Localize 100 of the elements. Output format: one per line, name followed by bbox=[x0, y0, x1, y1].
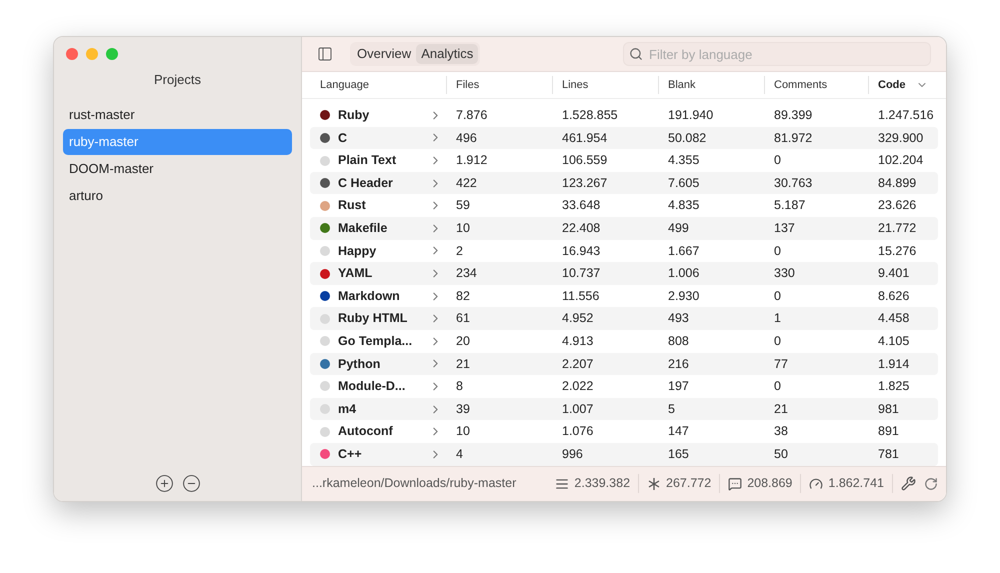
table-cell: 21.772 bbox=[878, 220, 916, 235]
column-header[interactable]: Code bbox=[878, 77, 906, 94]
project-item[interactable]: rust-master bbox=[63, 102, 292, 128]
table-cell: 330 bbox=[774, 266, 795, 280]
remove-icon[interactable] bbox=[182, 474, 201, 493]
table-cell: 9.401 bbox=[878, 266, 910, 280]
table-cell: 147 bbox=[668, 424, 689, 438]
sidebar-title: Projects bbox=[154, 71, 201, 89]
table-cell: 461.954 bbox=[562, 130, 608, 145]
column-header[interactable]: Files bbox=[456, 77, 480, 94]
table-cell: 0 bbox=[774, 288, 781, 303]
table-row[interactable]: C++ 4 996 165 50 781 bbox=[310, 442, 938, 466]
wrench-icon[interactable] bbox=[901, 476, 916, 492]
table-cell: 422 bbox=[456, 176, 477, 190]
project-path: ...rkameleon/Downloads/ruby-master bbox=[312, 475, 516, 492]
table-cell: 1.007 bbox=[562, 402, 594, 416]
table-cell: 2.930 bbox=[668, 288, 700, 303]
table-cell: 1.006 bbox=[668, 266, 700, 280]
table-cell: 4.835 bbox=[668, 198, 700, 212]
close-button[interactable] bbox=[66, 48, 78, 60]
table-row[interactable]: Go Templa... 20 4.913 808 0 4.105 bbox=[310, 330, 938, 353]
table-cell: 1.912 bbox=[456, 153, 488, 168]
table-cell: 23.626 bbox=[878, 198, 916, 212]
table-cell: 234 bbox=[456, 266, 477, 280]
stat-value: 1.862.741 bbox=[828, 475, 884, 492]
language-name: Go Templa... bbox=[338, 332, 412, 350]
table-cell: 15.276 bbox=[878, 244, 916, 258]
search-field[interactable]: Filter by language bbox=[623, 42, 931, 66]
table-row[interactable]: Ruby 7.876 1.528.855 191.940 89.399 1.247.516 bbox=[310, 104, 938, 127]
table-row[interactable]: Module-D... 8 2.022 197 0 1.825 bbox=[310, 375, 938, 398]
table-cell: 781 bbox=[878, 446, 899, 461]
language-name: C bbox=[338, 130, 348, 147]
table-row[interactable]: Ruby HTML 61 4.952 493 1 4.458 bbox=[310, 307, 938, 330]
table-cell: 5.187 bbox=[774, 198, 806, 212]
table-cell: 808 bbox=[668, 334, 689, 348]
table-row[interactable]: Happy 2 16.943 1.667 0 15.276 bbox=[310, 240, 938, 262]
table-cell: 50 bbox=[774, 446, 788, 461]
table-cell: 123.267 bbox=[562, 176, 608, 190]
table-cell: 10 bbox=[456, 220, 470, 235]
table-cell: 891 bbox=[878, 424, 899, 438]
table-cell: 38 bbox=[774, 424, 788, 438]
table-row[interactable]: Plain Text 1.912 106.559 4.355 0 102.204 bbox=[310, 149, 938, 172]
language-name: Plain Text bbox=[338, 152, 396, 170]
table-cell: 39 bbox=[456, 402, 470, 416]
table-cell: 493 bbox=[668, 311, 689, 326]
table-cell: 165 bbox=[668, 446, 689, 461]
table-cell: 2.207 bbox=[562, 356, 594, 370]
project-item[interactable]: DOOM-master bbox=[63, 156, 292, 182]
add-icon[interactable] bbox=[155, 474, 174, 493]
project-item[interactable]: arturo bbox=[63, 182, 292, 208]
column-header[interactable]: Comments bbox=[774, 77, 828, 94]
column-header[interactable]: Blank bbox=[668, 77, 696, 94]
table-cell: 4.355 bbox=[668, 153, 700, 168]
table-cell: 89.399 bbox=[774, 108, 812, 122]
table-row[interactable]: m4 39 1.007 5 21 981 bbox=[310, 398, 938, 420]
language-name: Happy bbox=[338, 242, 376, 260]
table-row[interactable]: Python 21 2.207 216 77 1.914 bbox=[310, 352, 938, 376]
language-name: Markdown bbox=[338, 288, 400, 305]
table-row[interactable]: Autoconf 10 1.076 147 38 891 bbox=[310, 420, 938, 443]
table-cell: 50.082 bbox=[668, 130, 706, 145]
language-name: Ruby HTML bbox=[338, 310, 408, 328]
table-cell: 0 bbox=[774, 153, 781, 168]
sidebar-toggle-icon[interactable] bbox=[317, 46, 333, 62]
table-cell: 981 bbox=[878, 402, 899, 416]
table-cell: 59 bbox=[456, 198, 470, 212]
table-cell: 0 bbox=[774, 244, 781, 258]
table-row[interactable]: YAML 234 10.737 1.006 330 9.401 bbox=[310, 262, 938, 285]
table-row[interactable]: Makefile 10 22.408 499 137 21.772 bbox=[310, 217, 938, 240]
language-name: Autoconf bbox=[338, 423, 393, 440]
table-cell: 1.076 bbox=[562, 424, 594, 438]
table-cell: 1.914 bbox=[878, 356, 910, 370]
table-row[interactable]: Markdown 82 11.556 2.930 0 8.626 bbox=[310, 284, 938, 308]
table-cell: 1.667 bbox=[668, 244, 700, 258]
table-row[interactable]: Rust 59 33.648 4.835 5.187 23.626 bbox=[310, 194, 938, 218]
table-cell: 4 bbox=[456, 446, 463, 461]
language-name: m4 bbox=[338, 400, 356, 418]
tab[interactable]: Overview bbox=[352, 44, 416, 64]
table-cell: 5 bbox=[668, 402, 675, 416]
table-cell: 10.737 bbox=[562, 266, 600, 280]
table-cell: 2.022 bbox=[562, 379, 594, 394]
language-name: Makefile bbox=[338, 220, 388, 237]
lines-icon bbox=[555, 476, 570, 491]
refresh-icon[interactable] bbox=[924, 476, 938, 491]
table-cell: 33.648 bbox=[562, 198, 600, 212]
language-name: Python bbox=[338, 356, 380, 373]
table-cell: 1.825 bbox=[878, 379, 910, 394]
table-cell: 8.626 bbox=[878, 288, 910, 303]
stat-value: 2.339.382 bbox=[574, 475, 630, 492]
table-row[interactable]: C 496 461.954 50.082 81.972 329.900 bbox=[310, 126, 938, 150]
column-header[interactable]: Lines bbox=[562, 77, 588, 94]
table-cell: 191.940 bbox=[668, 108, 714, 122]
table-cell: 996 bbox=[562, 446, 583, 461]
table-cell: 0 bbox=[774, 334, 781, 348]
tab[interactable]: Analytics bbox=[416, 44, 478, 64]
column-header[interactable]: Language bbox=[320, 77, 369, 94]
table-row[interactable]: C Header 422 123.267 7.605 30.763 84.899 bbox=[310, 172, 938, 194]
table-cell: 216 bbox=[668, 356, 689, 370]
table-cell: 329.900 bbox=[878, 130, 924, 145]
language-name: Ruby bbox=[338, 106, 370, 124]
asterisk-icon bbox=[647, 476, 662, 491]
